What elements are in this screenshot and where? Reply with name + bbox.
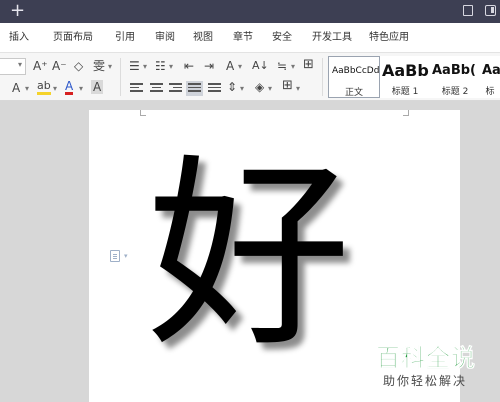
clear-format-button[interactable]: ◇ xyxy=(74,59,83,73)
paragraph-layout-icon[interactable] xyxy=(110,250,120,262)
style-sample: AaBb xyxy=(382,61,429,80)
watermark-title: 百科全说 xyxy=(376,344,476,373)
style-sample: AaBb( xyxy=(432,63,476,78)
text-effect-button[interactable]: A xyxy=(12,81,20,95)
chevron-down-icon[interactable]: ▾ xyxy=(53,82,57,96)
menu-featured-apps[interactable]: 特色应用 xyxy=(369,23,409,53)
increase-indent-icon[interactable]: ⇥ xyxy=(204,59,214,73)
font-size-select[interactable]: ▾ xyxy=(0,58,26,75)
chevron-down-icon[interactable]: ▾ xyxy=(238,60,242,74)
style-name: 标题 2 xyxy=(441,87,469,97)
shrink-font-button[interactable]: A⁻ xyxy=(52,59,67,73)
watermark-logo: 百科全说 助你轻松解决 xyxy=(376,338,494,396)
chevron-down-icon[interactable]: ▾ xyxy=(268,82,272,96)
menu-security[interactable]: 安全 xyxy=(272,23,292,53)
ribbon-toolbar: ▾ A⁺ A⁻ ◇ 雯 ▾ A ▾ ab ▾ A ▾ A ☰ ▾ ☷ ▾ ⇤ ⇥… xyxy=(0,53,500,101)
highlight-button[interactable]: ab xyxy=(37,80,51,95)
chevron-down-icon[interactable]: ▾ xyxy=(124,252,128,260)
borders-icon[interactable]: ⊞ xyxy=(282,79,293,93)
menu-bar: 插入 页面布局 引用 审阅 视图 章节 安全 开发工具 特色应用 xyxy=(0,23,500,53)
shading-fill-icon[interactable]: ◈ xyxy=(255,80,264,94)
chevron-down-icon[interactable]: ▾ xyxy=(143,60,147,74)
paragraph-spacing-icon[interactable]: ⇕ xyxy=(227,80,237,94)
style-name: 标 xyxy=(485,87,495,97)
distributed-align-icon[interactable] xyxy=(208,83,221,94)
menu-developer-tools[interactable]: 开发工具 xyxy=(312,23,352,53)
chevron-down-icon[interactable]: ▾ xyxy=(296,82,300,96)
justify-icon[interactable] xyxy=(186,81,203,96)
chevron-down-icon: ▾ xyxy=(17,60,22,69)
style-heading-2[interactable]: AaBb( 标题 2 xyxy=(430,56,480,98)
style-name: 正文 xyxy=(344,88,363,98)
margin-corner-mark xyxy=(140,110,146,116)
menu-insert[interactable]: 插入 xyxy=(9,23,29,53)
style-heading-3[interactable]: Aa 标 xyxy=(480,56,500,98)
chevron-down-icon[interactable]: ▾ xyxy=(79,82,83,96)
chevron-down-icon[interactable]: ▾ xyxy=(108,60,112,74)
bullet-list-icon[interactable]: ☰ xyxy=(129,59,140,73)
menu-chapter[interactable]: 章节 xyxy=(233,23,253,53)
chevron-down-icon[interactable]: ▾ xyxy=(169,60,173,74)
watermark-subtitle: 助你轻松解决 xyxy=(383,374,468,388)
align-left-icon[interactable] xyxy=(130,83,143,94)
menu-view[interactable]: 视图 xyxy=(193,23,213,53)
chevron-down-icon[interactable]: ▾ xyxy=(291,60,295,74)
char-shading-button[interactable]: A xyxy=(91,80,104,94)
margin-corner-mark xyxy=(403,110,409,116)
styles-gallery: AaBbCcDd 正文 AaBb 标题 1 AaBb( 标题 2 Aa 标 xyxy=(328,56,500,98)
split-view-icon[interactable] xyxy=(485,5,496,16)
decrease-indent-icon[interactable]: ⇤ xyxy=(184,59,194,73)
style-normal[interactable]: AaBbCcDd 正文 xyxy=(328,56,380,98)
menu-review[interactable]: 审阅 xyxy=(155,23,175,53)
numbered-list-icon[interactable]: ☷ xyxy=(155,59,166,73)
document-text[interactable]: 好 xyxy=(147,142,357,372)
new-tab-button[interactable]: + xyxy=(10,1,25,21)
chevron-down-icon[interactable]: ▾ xyxy=(240,82,244,96)
sort-button[interactable]: A↓ xyxy=(252,59,269,73)
window-controls xyxy=(463,5,496,16)
style-sample: AaBbCcDd xyxy=(332,66,380,76)
char-scale-button[interactable]: A xyxy=(226,59,234,73)
title-bar: + xyxy=(0,0,500,23)
align-center-icon[interactable] xyxy=(150,83,163,94)
wps-writer-window: + 插入 页面布局 引用 审阅 视图 章节 安全 开发工具 特色应用 ▾ A⁺ … xyxy=(0,0,500,402)
menu-page-layout[interactable]: 页面布局 xyxy=(53,23,93,53)
table-border-icon[interactable]: ⊞ xyxy=(303,58,314,72)
window-mode-icon[interactable] xyxy=(463,5,473,16)
style-name: 标题 1 xyxy=(391,87,419,97)
grow-font-button[interactable]: A⁺ xyxy=(33,59,48,73)
font-color-button[interactable]: A xyxy=(65,80,74,95)
ribbon-divider xyxy=(322,58,323,96)
phonetic-guide-button[interactable]: 雯 xyxy=(93,59,105,73)
style-heading-1[interactable]: AaBb 标题 1 xyxy=(380,56,430,98)
menu-references[interactable]: 引用 xyxy=(115,23,135,53)
style-sample: Aa xyxy=(482,63,500,78)
chevron-down-icon[interactable]: ▾ xyxy=(25,82,29,96)
ribbon-divider xyxy=(120,58,121,96)
line-spacing-icon[interactable]: ≒ xyxy=(277,59,287,73)
align-right-icon[interactable] xyxy=(169,83,182,94)
